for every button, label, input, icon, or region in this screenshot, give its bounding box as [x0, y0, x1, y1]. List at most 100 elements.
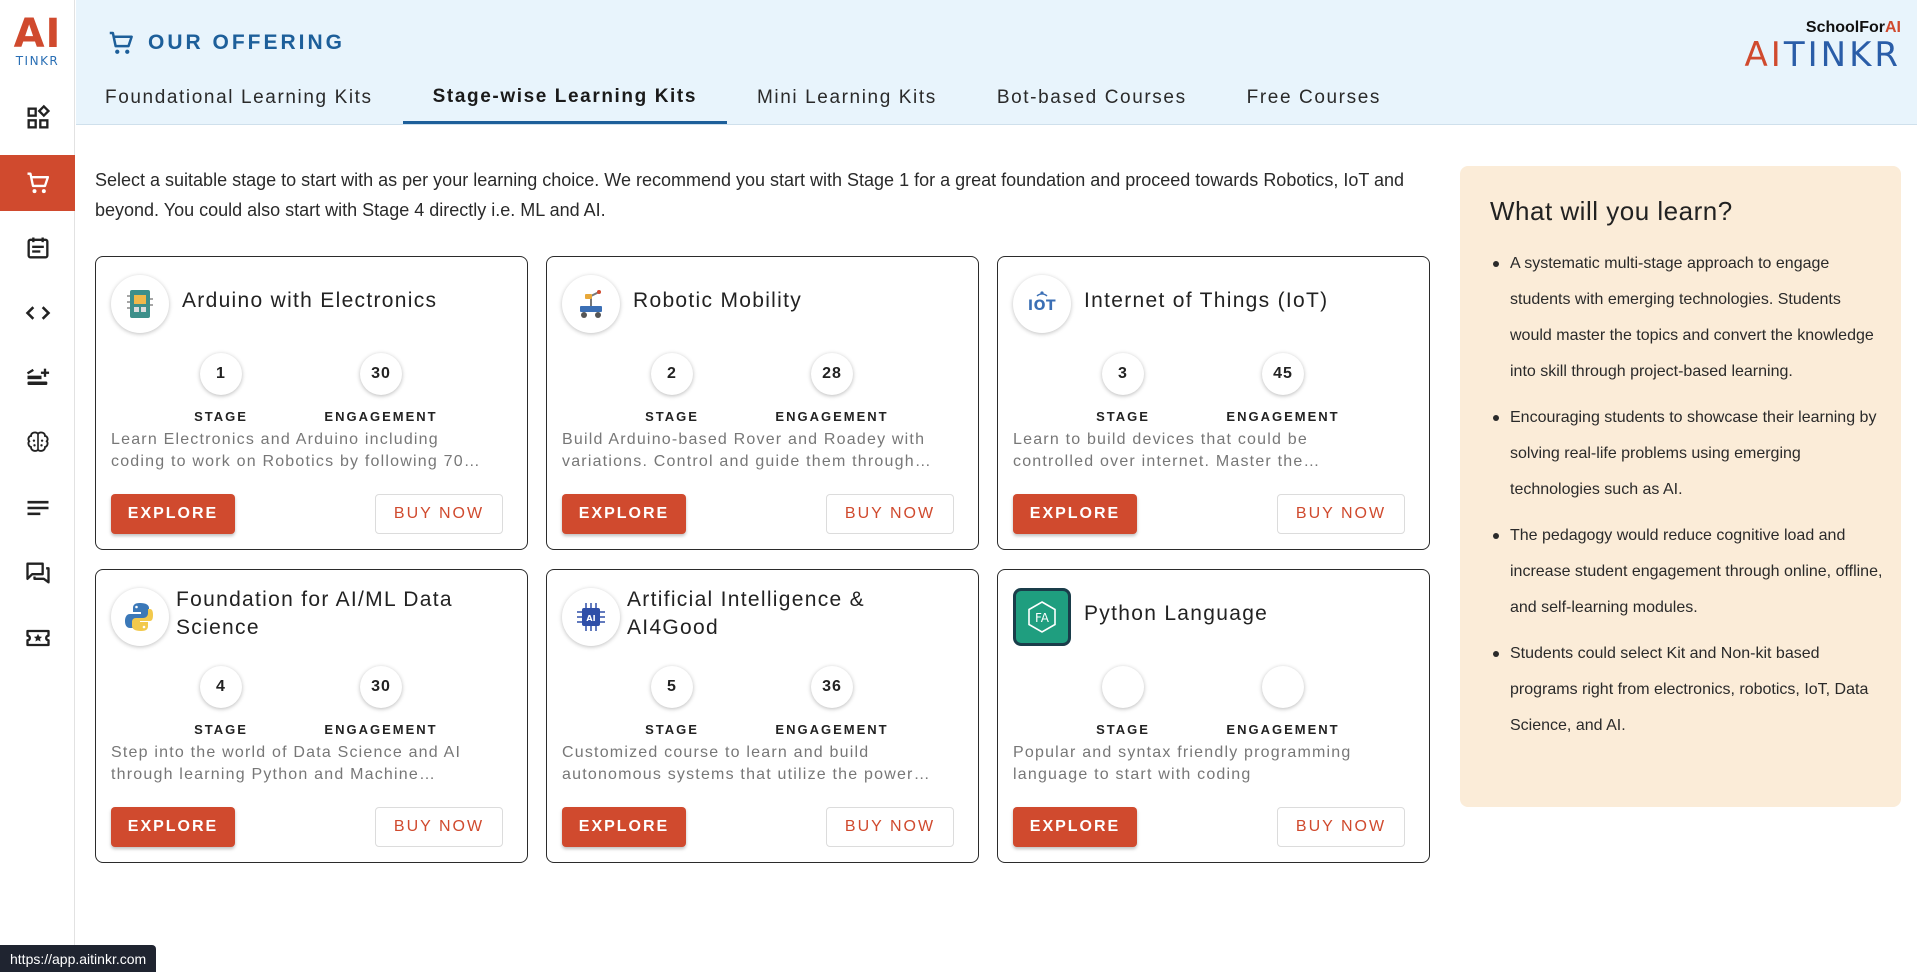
sidebar-item-playlist[interactable] — [0, 350, 75, 406]
buy-now-button[interactable]: BUY NOW — [826, 494, 954, 534]
card-description-line: Step into the world of Data Science and … — [111, 744, 462, 761]
sidebar-item-offering[interactable] — [0, 155, 75, 211]
stage-value: 3 — [1102, 353, 1144, 395]
sidebar-item-forum[interactable] — [0, 545, 75, 601]
logo-mark: AI — [13, 11, 62, 57]
card-title: Arduino with Electronics — [182, 289, 438, 312]
svg-text:AI: AI — [586, 614, 595, 623]
stage-stat: 1 STAGE — [151, 353, 291, 424]
brand-tagline-suffix: AI — [1885, 19, 1901, 36]
learn-list: A systematic multi-stage approach to eng… — [1490, 246, 1885, 754]
card-description-line: coding to work on Robotics by following … — [111, 453, 481, 470]
course-card-arduino: Arduino with Electronics 1 STAGE 30 ENGAGE… — [95, 256, 528, 550]
buy-now-button[interactable]: BUY NOW — [1277, 494, 1405, 534]
card-title: Python Language — [1084, 602, 1269, 625]
tab-bot-courses[interactable]: Bot-based Courses — [967, 72, 1217, 124]
tab-mini-kits[interactable]: Mini Learning Kits — [727, 72, 967, 124]
engagement-value: 30 — [360, 666, 402, 708]
what-you-learn-panel: What will you learn? A systematic multi-… — [1460, 166, 1901, 807]
ticket-star-icon — [25, 629, 50, 647]
brand-name: AITINKR — [1691, 38, 1901, 72]
course-card-ai4good: AI Artificial Intelligence & AI4Good 5 ST… — [546, 569, 979, 863]
notes-icon — [27, 500, 48, 516]
stage-stat: 2 STAGE — [602, 353, 742, 424]
brand-logo: SchoolForAI AITINKR — [1691, 18, 1901, 72]
buy-now-button[interactable]: BUY NOW — [375, 807, 503, 847]
learn-point: A systematic multi-stage approach to eng… — [1490, 246, 1885, 390]
playlist-add-icon — [26, 368, 49, 385]
course-card-python: FA Python Language STAGE ENGAGEMENT Popu… — [997, 569, 1430, 863]
stage-value — [1102, 666, 1144, 708]
explore-button[interactable]: EXPLORE — [1013, 494, 1137, 534]
buy-now-button[interactable]: BUY NOW — [1277, 807, 1405, 847]
engagement-label: ENGAGEMENT — [324, 722, 438, 737]
card-description: Customized course to learn and build auto… — [562, 742, 957, 786]
sidebar-item-code[interactable] — [0, 285, 75, 341]
card-description: Popular and syntax friendly programming l… — [1013, 742, 1408, 786]
forum-icon — [25, 562, 50, 584]
card-description-line: Popular and syntax friendly programming — [1013, 744, 1352, 761]
card-title: Foundation for AI/ML Data Science — [176, 588, 453, 639]
engagement-stat: 28 ENGAGEMENT — [762, 353, 902, 424]
stage-stat: 3 STAGE — [1053, 353, 1193, 424]
stage-value: 5 — [651, 666, 693, 708]
engagement-value: 28 — [811, 353, 853, 395]
engagement-value: 36 — [811, 666, 853, 708]
header: OUR OFFERING SchoolForAI AITINKR Foundat… — [76, 0, 1917, 125]
sidebar-item-dashboard[interactable] — [0, 90, 75, 146]
brand-name-suffix: TINKR — [1783, 35, 1901, 75]
sidebar-item-events[interactable] — [0, 610, 75, 666]
stage-stat: 5 STAGE — [602, 666, 742, 737]
sidebar-item-ai[interactable] — [0, 415, 75, 471]
explore-button[interactable]: EXPLORE — [1013, 807, 1137, 847]
sidebar-item-calendar[interactable] — [0, 220, 75, 276]
stage-value: 2 — [651, 353, 693, 395]
aitinkr-logo[interactable]: AI TINKR — [0, 14, 75, 70]
stage-label: STAGE — [1096, 722, 1150, 737]
engagement-value: 45 — [1262, 353, 1304, 395]
arduino-board-icon — [111, 275, 169, 333]
card-description-line: Build Arduino-based Rover and Roadey wit… — [562, 431, 926, 448]
buy-now-button[interactable]: BUY NOW — [826, 807, 954, 847]
learn-heading: What will you learn? — [1490, 196, 1733, 226]
engagement-stat: 36 ENGAGEMENT — [762, 666, 902, 737]
buy-now-button[interactable]: BUY NOW — [375, 494, 503, 534]
intro-text: Select a suitable stage to start with as… — [95, 170, 1405, 220]
explore-button[interactable]: EXPLORE — [562, 494, 686, 534]
card-description-line: autonomous systems that utilize the powe… — [562, 766, 931, 783]
card-description-line: Learn Electronics and Arduino including — [111, 431, 439, 448]
cart-icon — [109, 31, 133, 54]
explore-button[interactable]: EXPLORE — [562, 807, 686, 847]
course-card-data-science: Foundation for AI/ML Data Science 4 STAGE… — [95, 569, 528, 863]
stage-value: 4 — [200, 666, 242, 708]
card-description: Build Arduino-based Rover and Roadey wit… — [562, 429, 957, 473]
cart-icon — [27, 172, 49, 194]
tab-foundational-kits[interactable]: Foundational Learning Kits — [76, 72, 403, 124]
stage-stat: STAGE — [1053, 666, 1193, 737]
brain-icon — [26, 431, 49, 452]
card-title: Artificial Intelligence & AI4Good — [627, 588, 865, 639]
explore-button[interactable]: EXPLORE — [111, 494, 235, 534]
iot-icon: IOT — [1013, 275, 1071, 333]
code-icon — [25, 306, 50, 320]
engagement-value — [1262, 666, 1304, 708]
learn-point: The pedagogy would reduce cognitive load… — [1490, 518, 1885, 626]
svg-text:IOT: IOT — [1028, 298, 1056, 314]
tab-stage-wise-kits[interactable]: Stage-wise Learning Kits — [402, 72, 727, 124]
explore-button[interactable]: EXPLORE — [111, 807, 235, 847]
learn-point: Students could select Kit and Non-kit ba… — [1490, 636, 1885, 744]
course-card-robotic-mobility: Robotic Mobility 2 STAGE 28 ENGAGEMENT Bui… — [546, 256, 979, 550]
sidebar-item-notes[interactable] — [0, 480, 75, 536]
dashboard-icon — [27, 104, 50, 129]
page-title: OUR OFFERING — [106, 28, 345, 58]
engagement-label: ENGAGEMENT — [775, 722, 889, 737]
stage-label: STAGE — [194, 722, 248, 737]
offering-tabs: Foundational Learning Kits Stage-wise Le… — [76, 72, 1411, 124]
engagement-label: ENGAGEMENT — [324, 409, 438, 424]
card-description: Step into the world of Data Science and … — [111, 742, 506, 786]
engagement-label: ENGAGEMENT — [1226, 722, 1340, 737]
card-description-line: language to start with coding — [1013, 766, 1252, 783]
card-description-line: Learn to build devices that could be — [1013, 431, 1308, 448]
python-logo-icon — [111, 588, 169, 646]
tab-free-courses[interactable]: Free Courses — [1217, 72, 1411, 124]
